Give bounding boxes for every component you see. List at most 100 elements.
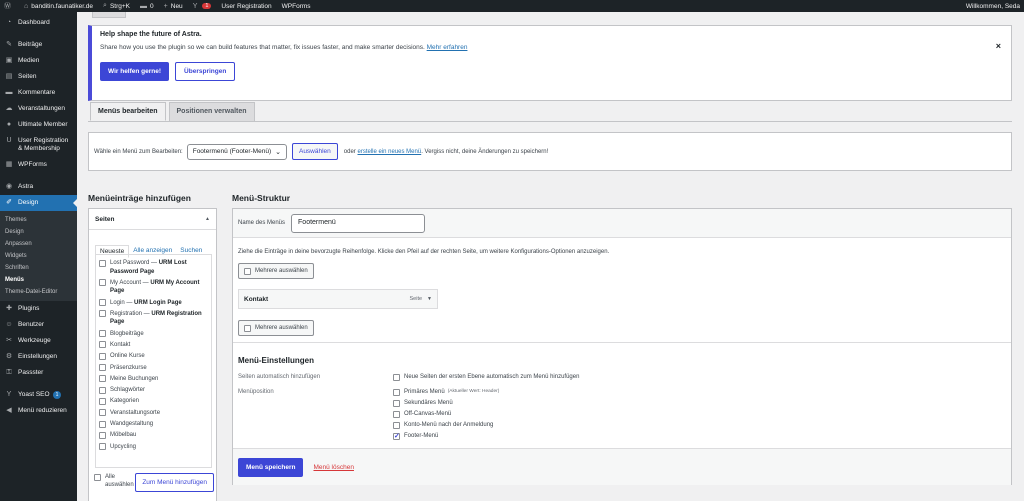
list-item[interactable]: Kontakt — [99, 341, 208, 350]
position-option-secondary[interactable]: Sekundäres Menü — [393, 399, 453, 407]
menu-name-input[interactable]: Footermenü — [291, 213, 426, 233]
collapse-menu-button[interactable]: ◀ Menü reduzieren — [0, 403, 77, 419]
user-registration-link[interactable]: User Registration — [221, 3, 271, 10]
delete-menu-link[interactable]: Menü löschen — [313, 464, 353, 471]
checkbox-checked[interactable] — [393, 432, 400, 440]
wpforms-link[interactable]: WPForms — [282, 3, 311, 10]
checkbox[interactable] — [99, 259, 106, 267]
submenu-item-customize[interactable]: Anpassen — [0, 238, 77, 250]
checkbox[interactable] — [99, 341, 106, 349]
help-yes-button[interactable]: Wir helfen gerne! — [100, 62, 170, 81]
yoast-adminbar-link[interactable]: Y1 — [193, 3, 212, 10]
list-item[interactable]: Meine Buchungen — [99, 375, 208, 384]
menu-nav-tabs: Menüs bearbeiten Positionen verwalten — [90, 102, 258, 121]
list-item[interactable]: Kategorien — [99, 397, 208, 406]
checkbox[interactable] — [99, 443, 106, 451]
checkbox[interactable] — [99, 375, 106, 383]
submenu-item-themes[interactable]: Themes — [0, 214, 77, 226]
position-option-primary[interactable]: Primäres Menü (Aktueller Wert: Header) — [393, 388, 499, 396]
checkbox[interactable] — [393, 399, 400, 407]
checkbox[interactable] — [99, 279, 106, 287]
add-to-menu-button[interactable]: Zum Menü hinzufügen — [135, 473, 214, 492]
checkbox[interactable] — [99, 364, 106, 372]
submenu-item-theme-editor[interactable]: Theme-Datei-Editor — [0, 286, 77, 298]
checkbox[interactable] — [99, 397, 106, 405]
pages-accordion-header[interactable]: Seiten ▲ — [89, 209, 216, 230]
checkbox[interactable] — [393, 421, 400, 429]
select-all-checkbox[interactable] — [94, 473, 101, 481]
checkbox[interactable] — [99, 386, 106, 394]
sidebar-item-tools[interactable]: ✂ Werkzeuge — [0, 333, 77, 349]
wordpress-logo[interactable]: Ⓦ — [4, 1, 14, 11]
sidebar-item-astra[interactable]: ◉ Astra — [0, 179, 77, 195]
tab-manage-locations[interactable]: Positionen verwalten — [168, 102, 255, 121]
sidebar-item-settings[interactable]: ⚙ Einstellungen — [0, 349, 77, 365]
position-option-offcanvas[interactable]: Off-Canvas-Menü — [393, 410, 451, 418]
list-item[interactable]: Schlagwörter — [99, 386, 208, 395]
sidebar-item-ultimate-member[interactable]: ● Ultimate Member — [0, 117, 77, 133]
skip-button[interactable]: Überspringen — [175, 62, 236, 81]
sidebar-item-posts[interactable]: ✎ Beiträge — [0, 37, 77, 53]
menu-select-dropdown[interactable]: Footermenü (Footer-Menü) ⌄ — [186, 143, 287, 160]
list-item[interactable]: Upcycling — [99, 443, 208, 452]
save-menu-button[interactable]: Menü speichern — [238, 457, 304, 477]
checkbox[interactable] — [99, 330, 106, 338]
sidebar-item-plugins[interactable]: ✚ Plugins — [0, 301, 77, 317]
checkbox[interactable] — [99, 310, 106, 318]
menu-item-kontakt[interactable]: Kontakt Seite ▼ — [238, 289, 438, 309]
list-item[interactable]: Möbelbau — [99, 431, 208, 440]
close-icon[interactable]: × — [996, 41, 1001, 51]
checkbox[interactable] — [99, 409, 106, 417]
list-item[interactable]: Wandgestaltung — [99, 420, 208, 429]
checkbox[interactable] — [393, 373, 400, 381]
list-item[interactable]: Präsenzkurse — [99, 364, 208, 373]
list-item[interactable]: Veranstaltungsorte — [99, 409, 208, 418]
sidebar-item-users[interactable]: ☺ Benutzer — [0, 317, 77, 333]
sidebar-item-yoast[interactable]: Y Yoast SEO 1 — [0, 387, 77, 403]
select-menu-button[interactable]: Auswählen — [291, 143, 338, 160]
create-new-menu-link[interactable]: erstelle ein neues Menü — [357, 149, 421, 155]
sidebar-item-passster[interactable]: ⚿ Passster — [0, 365, 77, 381]
home-icon: ⌂ — [24, 2, 29, 10]
site-name-link[interactable]: ⌂ banditin.faunatiker.de — [24, 3, 93, 10]
list-item[interactable]: My Account — URM My Account Page — [99, 279, 208, 296]
sidebar-item-events[interactable]: ☁ Veranstaltungen — [0, 101, 77, 117]
checkbox[interactable] — [393, 388, 400, 396]
sidebar-item-dashboard[interactable]: ◔ Dashboard — [0, 15, 77, 31]
submenu-item-fonts[interactable]: Schriften — [0, 262, 77, 274]
command-palette[interactable]: ⌕ Strg+K — [103, 2, 130, 10]
screen-options-tab[interactable] — [92, 12, 126, 18]
sidebar-item-wpforms[interactable]: ▦ WPForms — [0, 157, 77, 173]
checkbox[interactable] — [99, 431, 106, 439]
submenu-item-menus[interactable]: Menüs — [0, 274, 77, 286]
list-item[interactable]: Blogbeiträge — [99, 330, 208, 339]
list-item[interactable]: Lost Password — URM Lost Password Page — [99, 259, 208, 276]
learn-more-link[interactable]: Mehr erfahren — [427, 44, 468, 51]
checkbox[interactable] — [99, 299, 106, 307]
caret-down-icon[interactable]: ▼ — [427, 296, 432, 302]
list-item[interactable]: Online Kurse — [99, 352, 208, 361]
bulk-select-button-bottom[interactable]: Mehrere auswählen — [238, 320, 314, 336]
sidebar-item-media[interactable]: ▣ Medien — [0, 53, 77, 69]
tab-edit-menus[interactable]: Menüs bearbeiten — [90, 102, 166, 121]
submenu-item-design[interactable]: Design — [0, 226, 77, 238]
checkbox[interactable] — [99, 420, 106, 428]
menu-structure-panel: Name des Menüs Footermenü Ziehe die Eint… — [232, 208, 1012, 485]
sidebar-item-comments[interactable]: ▬ Kommentare — [0, 85, 77, 101]
checkbox[interactable] — [393, 410, 400, 418]
comments-link[interactable]: ▬ 0 — [140, 3, 154, 10]
checkbox[interactable] — [99, 352, 106, 360]
sidebar-item-design[interactable]: ✐ Design — [0, 195, 77, 211]
sidebar-item-user-registration[interactable]: U User Registration & Membership — [0, 133, 77, 157]
sidebar-item-pages[interactable]: ▤ Seiten — [0, 69, 77, 85]
bulk-select-button-top[interactable]: Mehrere auswählen — [238, 263, 314, 279]
submenu-item-widgets[interactable]: Widgets — [0, 250, 77, 262]
new-content-link[interactable]: + Neu — [164, 3, 183, 10]
position-option-footer[interactable]: Footer-Menü — [393, 432, 438, 440]
auto-add-option[interactable]: Neue Seiten der ersten Ebene automatisch… — [393, 373, 579, 381]
list-item[interactable]: Login — URM Login Page — [99, 299, 208, 308]
select-all-toggle[interactable]: Alle auswählen — [94, 473, 134, 489]
list-item[interactable]: Registration — URM Registration Page — [99, 310, 208, 327]
position-option-account[interactable]: Konto-Menü nach der Anmeldung — [393, 421, 493, 429]
account-greeting[interactable]: Willkommen, Seda — [966, 3, 1020, 10]
